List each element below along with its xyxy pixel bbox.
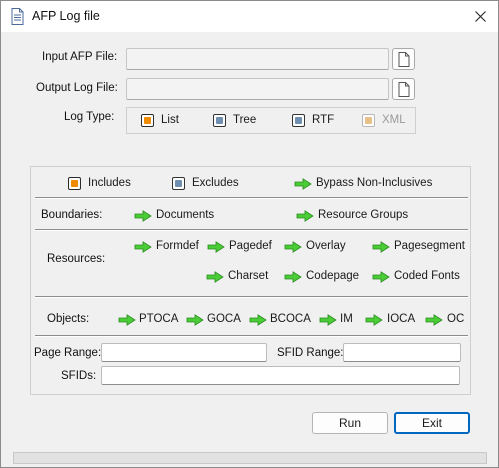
boundaries-resource-groups-label: Resource Groups xyxy=(318,209,409,221)
separator xyxy=(35,335,468,337)
run-button-label: Run xyxy=(338,416,361,430)
afp-log-dialog: AFP Log file Input AFP File: Output Log … xyxy=(0,0,499,468)
green-arrow-icon xyxy=(284,271,302,283)
resource-charset-label: Charset xyxy=(228,270,269,282)
log-type-xml-label: XML xyxy=(382,114,406,126)
run-button[interactable]: Run xyxy=(312,412,388,434)
resource-overlay-label: Overlay xyxy=(306,240,346,252)
object-oc-toggle[interactable] xyxy=(425,314,443,329)
close-icon xyxy=(475,11,486,22)
includes-label: Includes xyxy=(88,177,131,189)
resource-pagesegment-label: Pagesegment xyxy=(394,240,465,252)
resource-overlay-toggle[interactable] xyxy=(284,241,302,256)
page-range-field[interactable] xyxy=(101,343,267,362)
input-afp-file-label: Input AFP File: xyxy=(42,51,118,63)
resource-pagesegment-toggle[interactable] xyxy=(372,241,390,256)
object-ptoca-toggle[interactable] xyxy=(118,314,136,329)
green-arrow-icon xyxy=(249,314,267,326)
object-goca-toggle[interactable] xyxy=(186,314,204,329)
close-button[interactable] xyxy=(463,1,498,32)
resource-formdef-toggle[interactable] xyxy=(134,241,152,256)
green-arrow-icon xyxy=(186,314,204,326)
separator xyxy=(35,229,468,231)
green-arrow-icon xyxy=(206,271,224,283)
green-arrow-icon xyxy=(365,314,383,326)
green-arrow-icon xyxy=(296,210,314,222)
object-bcoca-label: BCOCA xyxy=(270,313,311,325)
resource-coded-fonts-label: Coded Fonts xyxy=(394,270,460,282)
green-arrow-icon xyxy=(372,271,390,283)
sfids-field[interactable] xyxy=(101,366,460,385)
log-type-tree-label: Tree xyxy=(233,114,257,126)
browse-output-button[interactable] xyxy=(392,78,415,100)
sfids-label: SFIDs: xyxy=(61,370,97,382)
sfid-range-label: SFID Range: xyxy=(277,347,344,359)
object-im-label: IM xyxy=(340,313,353,325)
resources-label: Resources: xyxy=(47,253,106,265)
log-type-label: Log Type: xyxy=(64,111,115,123)
bypass-non-inclusives-toggle[interactable] xyxy=(294,178,312,193)
boundaries-documents-toggle[interactable] xyxy=(134,210,152,225)
green-arrow-icon xyxy=(372,241,390,253)
log-type-rtf-checkbox[interactable] xyxy=(292,114,305,127)
log-type-tree-checkbox[interactable] xyxy=(213,114,226,127)
title-bar: AFP Log file xyxy=(1,1,498,32)
separator xyxy=(35,197,468,199)
object-ioca-label: IOCA xyxy=(387,313,416,325)
boundaries-label: Boundaries: xyxy=(41,209,103,221)
resource-codepage-toggle[interactable] xyxy=(284,271,302,286)
boundaries-documents-label: Documents xyxy=(156,209,215,221)
document-icon xyxy=(398,52,410,67)
object-bcoca-toggle[interactable] xyxy=(249,314,267,329)
includes-checkbox[interactable] xyxy=(68,177,81,190)
status-bar xyxy=(13,452,487,464)
separator xyxy=(35,296,468,298)
page-range-label: Page Range: xyxy=(34,347,102,359)
output-log-file-field[interactable] xyxy=(126,78,389,100)
resource-pagedef-toggle[interactable] xyxy=(207,241,225,256)
resource-formdef-label: Formdef xyxy=(156,240,199,252)
green-arrow-icon xyxy=(294,178,312,190)
object-goca-label: GOCA xyxy=(207,313,241,325)
output-log-file-label: Output Log File: xyxy=(36,82,118,94)
resource-pagedef-label: Pagedef xyxy=(229,240,272,252)
resource-codepage-label: Codepage xyxy=(306,270,360,282)
boundaries-resource-groups-toggle[interactable] xyxy=(296,210,314,225)
green-arrow-icon xyxy=(319,314,337,326)
exit-button[interactable]: Exit xyxy=(394,412,470,434)
green-arrow-icon xyxy=(425,314,443,326)
resource-charset-toggle[interactable] xyxy=(206,271,224,286)
log-type-xml-checkbox xyxy=(362,114,375,127)
input-afp-file-field[interactable] xyxy=(126,48,389,70)
excludes-label: Excludes xyxy=(192,177,239,189)
green-arrow-icon xyxy=(284,241,302,253)
object-oc-label: OC xyxy=(447,313,465,325)
object-im-toggle[interactable] xyxy=(319,314,337,329)
green-arrow-icon xyxy=(134,241,152,253)
window-title: AFP Log file xyxy=(32,9,100,23)
log-type-list-checkbox[interactable] xyxy=(141,114,154,127)
exit-button-label: Exit xyxy=(421,416,442,430)
objects-label: Objects: xyxy=(47,313,90,325)
green-arrow-icon xyxy=(134,210,152,222)
green-arrow-icon xyxy=(207,241,225,253)
sfid-range-field[interactable] xyxy=(343,343,461,362)
log-type-list-label: List xyxy=(161,114,179,126)
browse-input-button[interactable] xyxy=(392,48,415,70)
excludes-checkbox[interactable] xyxy=(172,177,185,190)
green-arrow-icon xyxy=(118,314,136,326)
document-icon xyxy=(11,8,24,25)
resource-coded-fonts-toggle[interactable] xyxy=(372,271,390,286)
log-type-rtf-label: RTF xyxy=(312,114,335,126)
document-icon xyxy=(398,82,410,97)
object-ptoca-label: PTOCA xyxy=(139,313,179,325)
bypass-non-inclusives-label: Bypass Non-Inclusives xyxy=(316,177,433,189)
object-ioca-toggle[interactable] xyxy=(365,314,383,329)
